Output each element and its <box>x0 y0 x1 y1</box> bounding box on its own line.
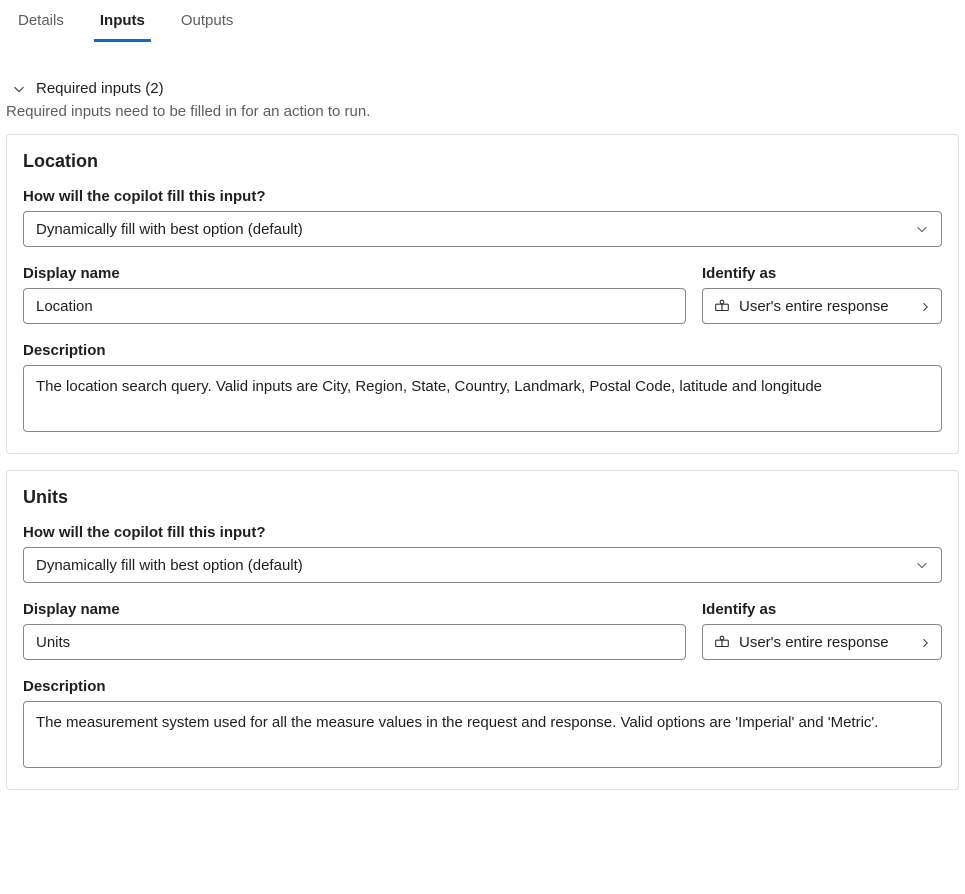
entity-icon <box>713 633 731 651</box>
identify-as-value: User's entire response <box>739 634 911 651</box>
identify-as-value: User's entire response <box>739 298 911 315</box>
section-required-inputs-header[interactable]: Required inputs (2) <box>12 80 965 97</box>
description-label: Description <box>23 342 942 359</box>
chevron-down-icon <box>915 558 929 572</box>
tab-details[interactable]: Details <box>12 8 70 42</box>
section-title: Required inputs (2) <box>36 80 164 97</box>
identify-as-label: Identify as <box>702 601 942 618</box>
card-title: Location <box>23 151 942 172</box>
input-card-location: Location How will the copilot fill this … <box>6 134 959 454</box>
identify-as-button[interactable]: User's entire response <box>702 288 942 324</box>
description-label: Description <box>23 678 942 695</box>
fill-input-label: How will the copilot fill this input? <box>23 524 942 541</box>
fill-input-label: How will the copilot fill this input? <box>23 188 942 205</box>
chevron-down-icon <box>12 82 26 96</box>
entity-icon <box>713 297 731 315</box>
fill-input-select-value: Dynamically fill with best option (defau… <box>36 557 915 574</box>
tab-inputs[interactable]: Inputs <box>94 8 151 42</box>
card-title: Units <box>23 487 942 508</box>
fill-input-select[interactable]: Dynamically fill with best option (defau… <box>23 211 942 247</box>
fill-input-select-value: Dynamically fill with best option (defau… <box>36 221 915 238</box>
chevron-down-icon <box>915 222 929 236</box>
description-input[interactable] <box>23 365 942 432</box>
identify-as-label: Identify as <box>702 265 942 282</box>
input-card-units: Units How will the copilot fill this inp… <box>6 470 959 790</box>
display-name-input[interactable] <box>23 624 686 660</box>
display-name-label: Display name <box>23 265 686 282</box>
fill-input-select[interactable]: Dynamically fill with best option (defau… <box>23 547 942 583</box>
chevron-right-icon <box>919 636 931 648</box>
tabs-bar: Details Inputs Outputs <box>0 0 965 42</box>
display-name-label: Display name <box>23 601 686 618</box>
chevron-right-icon <box>919 300 931 312</box>
identify-as-button[interactable]: User's entire response <box>702 624 942 660</box>
display-name-input[interactable] <box>23 288 686 324</box>
section-subtitle: Required inputs need to be filled in for… <box>6 103 965 120</box>
tab-outputs[interactable]: Outputs <box>175 8 240 42</box>
description-input[interactable] <box>23 701 942 768</box>
